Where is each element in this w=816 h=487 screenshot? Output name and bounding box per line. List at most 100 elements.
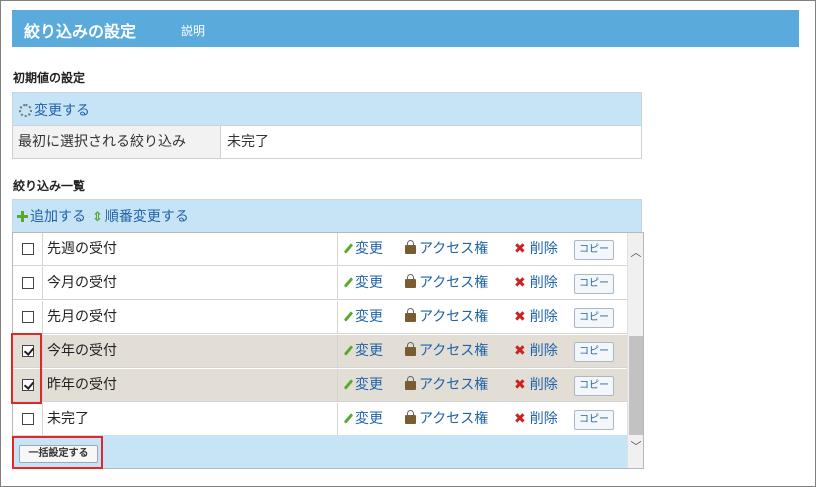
- filter-name: 先月の受付: [43, 301, 338, 333]
- edit-action[interactable]: 変更: [343, 369, 383, 401]
- edit-link[interactable]: 変更: [355, 411, 383, 427]
- access-action[interactable]: アクセス権: [405, 335, 488, 367]
- edit-link[interactable]: 変更: [355, 241, 383, 257]
- delete-action[interactable]: ✖ 削除: [514, 233, 558, 265]
- row-checkbox-cell: [13, 301, 43, 333]
- copy-button[interactable]: コピー: [574, 240, 614, 260]
- pencil-icon: [343, 413, 354, 424]
- edit-link[interactable]: 変更: [355, 343, 383, 359]
- delete-link[interactable]: 削除: [530, 275, 558, 291]
- delete-link[interactable]: 削除: [530, 343, 558, 359]
- edit-link[interactable]: 変更: [355, 275, 383, 291]
- access-action[interactable]: アクセス権: [405, 267, 488, 299]
- edit-link[interactable]: 変更: [355, 377, 383, 393]
- access-link[interactable]: アクセス権: [419, 241, 488, 257]
- delete-action[interactable]: ✖ 削除: [514, 403, 558, 435]
- delete-link[interactable]: 削除: [530, 241, 558, 257]
- checked-rows-highlight: [11, 333, 42, 404]
- pencil-icon: [343, 379, 354, 390]
- pencil-icon: [343, 277, 354, 288]
- copy-button[interactable]: コピー: [574, 308, 614, 328]
- delete-x-icon: ✖: [514, 343, 526, 359]
- scrollbar-thumb[interactable]: [629, 336, 643, 435]
- filter-row: 先月の受付 変更 アクセス権 ✖ 削除 コピー: [13, 301, 627, 334]
- reorder-icon: ⇕: [92, 210, 103, 225]
- lock-icon: [405, 308, 416, 322]
- page-header: 絞り込みの設定 説明: [12, 10, 799, 47]
- edit-link[interactable]: 変更: [355, 309, 383, 325]
- initial-filter-label: 最初に選択される絞り込み: [13, 126, 221, 158]
- delete-action[interactable]: ✖ 削除: [514, 369, 558, 401]
- bulk-button-highlight: [12, 436, 103, 469]
- filter-row: 今年の受付 変更 アクセス権 ✖ 削除 コピー: [13, 335, 627, 368]
- filter-list-scrollbar[interactable]: ︿ ﹀: [627, 233, 643, 468]
- copy-button[interactable]: コピー: [574, 342, 614, 362]
- delete-x-icon: ✖: [514, 309, 526, 325]
- edit-action[interactable]: 変更: [343, 233, 383, 265]
- row-checkbox[interactable]: [22, 243, 34, 255]
- filter-name: 今年の受付: [43, 335, 338, 367]
- delete-x-icon: ✖: [514, 377, 526, 393]
- delete-x-icon: ✖: [514, 411, 526, 427]
- delete-link[interactable]: 削除: [530, 377, 558, 393]
- lock-icon: [405, 410, 416, 424]
- delete-action[interactable]: ✖ 削除: [514, 335, 558, 367]
- access-link[interactable]: アクセス権: [419, 377, 488, 393]
- row-checkbox-cell: [13, 267, 43, 299]
- row-checkbox[interactable]: [22, 311, 34, 323]
- access-link[interactable]: アクセス権: [419, 309, 488, 325]
- access-link[interactable]: アクセス権: [419, 275, 488, 291]
- add-icon: [17, 211, 28, 222]
- initial-toolbar: 変更する: [12, 92, 642, 126]
- change-initial-link[interactable]: 変更する: [34, 103, 90, 119]
- gear-icon: [19, 104, 32, 117]
- filter-name: 昨年の受付: [43, 369, 338, 401]
- filter-name: 今月の受付: [43, 267, 338, 299]
- row-checkbox[interactable]: [22, 413, 34, 425]
- lock-icon: [405, 376, 416, 390]
- filter-list: 先週の受付 変更 アクセス権 ✖ 削除 コピー 今月の受付 変更 アクセス権 ✖ 削除 コピー 先月の受…: [12, 232, 644, 469]
- lock-icon: [405, 240, 416, 254]
- delete-link[interactable]: 削除: [530, 411, 558, 427]
- help-link[interactable]: 説明: [181, 22, 205, 39]
- scroll-down-arrow-icon[interactable]: ﹀: [628, 439, 643, 455]
- edit-action[interactable]: 変更: [343, 335, 383, 367]
- initial-setting-table: 最初に選択される絞り込み 未完了: [12, 125, 642, 159]
- row-checkbox-cell: [13, 233, 43, 265]
- reorder-link[interactable]: 順番変更する: [105, 209, 189, 225]
- filter-list-section-title: 絞り込み一覧: [13, 179, 86, 193]
- delete-x-icon: ✖: [514, 241, 526, 257]
- edit-action[interactable]: 変更: [343, 267, 383, 299]
- row-checkbox[interactable]: [22, 277, 34, 289]
- filter-row: 先週の受付 変更 アクセス権 ✖ 削除 コピー: [13, 233, 627, 266]
- access-action[interactable]: アクセス権: [405, 233, 488, 265]
- pencil-icon: [343, 345, 354, 356]
- lock-icon: [405, 342, 416, 356]
- copy-button[interactable]: コピー: [574, 376, 614, 396]
- access-link[interactable]: アクセス権: [419, 411, 488, 427]
- access-action[interactable]: アクセス権: [405, 301, 488, 333]
- add-filter-link[interactable]: 追加する: [30, 209, 86, 225]
- delete-action[interactable]: ✖ 削除: [514, 267, 558, 299]
- lock-icon: [405, 274, 416, 288]
- copy-button[interactable]: コピー: [574, 274, 614, 294]
- pencil-icon: [343, 311, 354, 322]
- filter-row: 今月の受付 変更 アクセス権 ✖ 削除 コピー: [13, 267, 627, 300]
- copy-button[interactable]: コピー: [574, 410, 614, 430]
- access-action[interactable]: アクセス権: [405, 369, 488, 401]
- delete-x-icon: ✖: [514, 275, 526, 291]
- filter-list-footer: 一括設定する: [13, 435, 627, 468]
- delete-link[interactable]: 削除: [530, 309, 558, 325]
- access-action[interactable]: アクセス権: [405, 403, 488, 435]
- initial-filter-value: 未完了: [227, 134, 269, 150]
- row-checkbox-cell: [13, 403, 43, 435]
- filter-name: 先週の受付: [43, 233, 338, 265]
- edit-action[interactable]: 変更: [343, 403, 383, 435]
- filter-name: 未完了: [43, 403, 338, 435]
- edit-action[interactable]: 変更: [343, 301, 383, 333]
- delete-action[interactable]: ✖ 削除: [514, 301, 558, 333]
- initial-section-title: 初期値の設定: [13, 71, 86, 85]
- filter-list-toolbar: 追加する ⇕ 順番変更する: [12, 199, 642, 233]
- scroll-up-arrow-icon[interactable]: ︿: [628, 245, 643, 261]
- access-link[interactable]: アクセス権: [419, 343, 488, 359]
